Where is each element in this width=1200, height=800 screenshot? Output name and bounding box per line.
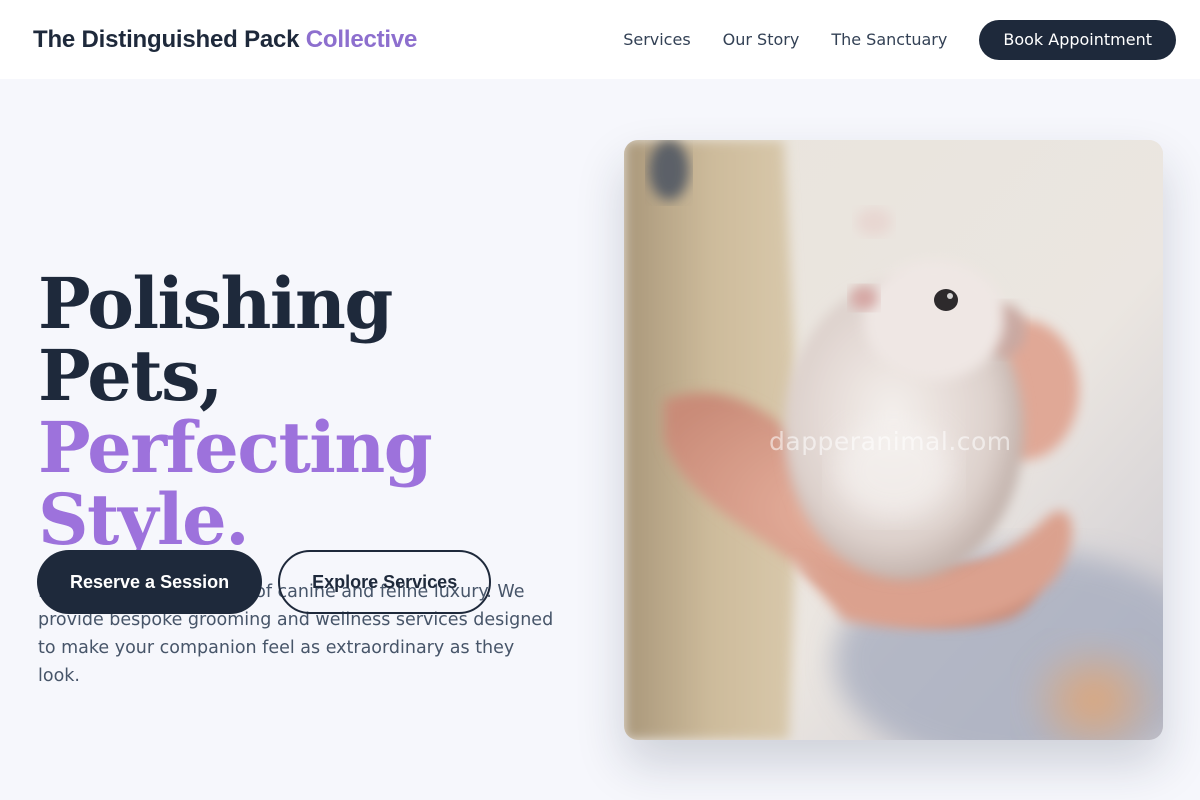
reserve-session-button[interactable]: Reserve a Session [37,550,263,614]
hero-cta-group: Reserve a Session Explore Services [37,550,492,614]
brand-name: The Distinguished Pack [33,25,300,53]
hero-image: dapperanimal.com [624,140,1163,740]
headline-line-1: Polishing Pets, [38,262,393,417]
brand-accent: Collective [305,25,418,53]
explore-services-button[interactable]: Explore Services [278,550,492,614]
book-appointment-button[interactable]: Book Appointment [979,19,1176,60]
brand-logo[interactable]: The Distinguished Pack Collective [33,26,417,54]
headline-line-2: Perfecting Style. [38,406,433,561]
hero-headline: Polishing Pets, Perfecting Style. [38,268,598,556]
image-watermark: dapperanimal.com [769,427,1012,456]
nav-link-services[interactable]: Services [623,30,690,49]
nav-link-our-story[interactable]: Our Story [723,30,800,49]
nav-link-the-sanctuary[interactable]: The Sanctuary [831,30,947,49]
site-header: The Distinguished Pack Collective Servic… [0,0,1200,79]
main-nav: Services Our Story The Sanctuary Book Ap… [623,19,1176,60]
hero-copy: Polishing Pets, Perfecting Style. Experi… [38,268,598,690]
